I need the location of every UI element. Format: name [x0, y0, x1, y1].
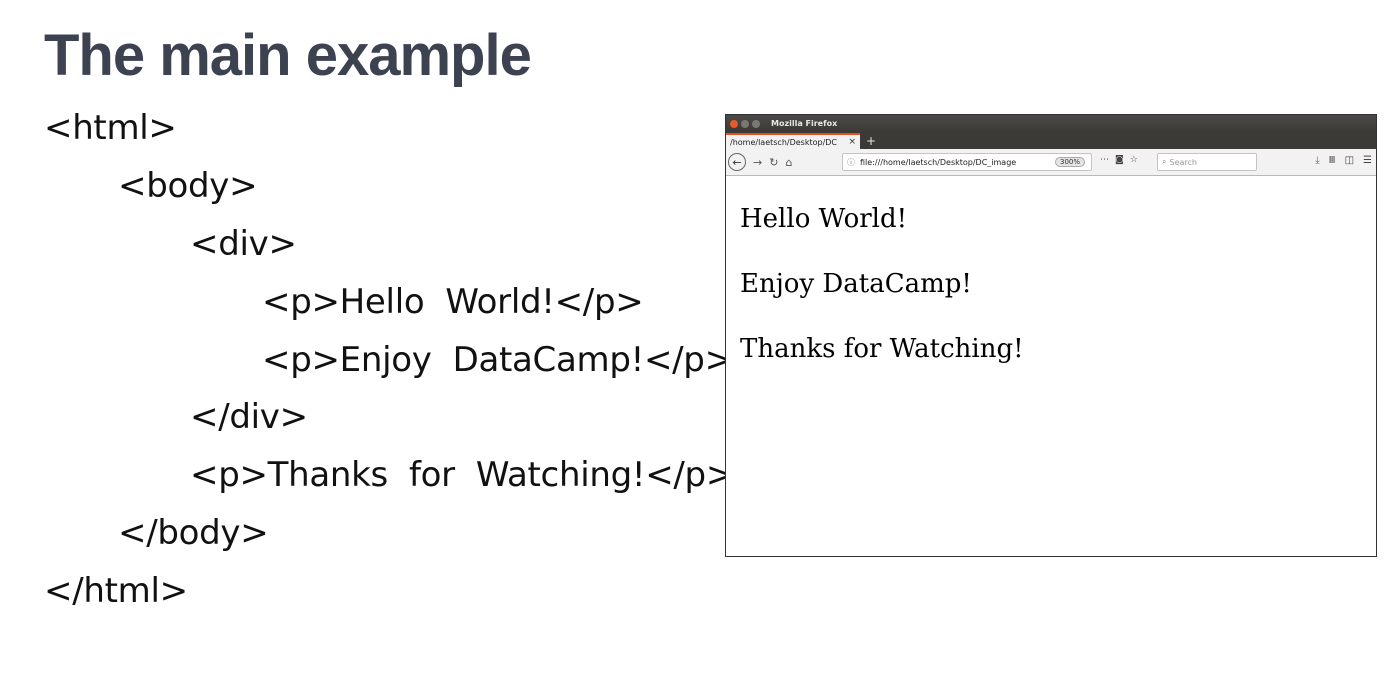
tab-close-icon[interactable]: ×	[848, 137, 856, 147]
download-icon[interactable]: ⤓	[1315, 155, 1319, 166]
window-maximize-button[interactable]	[752, 119, 760, 128]
paragraph-hello: Hello World!	[740, 204, 908, 234]
navigation-toolbar: ← → ↻ ⌂ ⓘ file:///home/laetsch/Desktop/D…	[726, 149, 1376, 176]
tab-label: /home/laetsch/Desktop/DC	[730, 137, 838, 147]
code-line-p-hello: <p>Hello World!</p>	[262, 282, 644, 322]
code-line-body-open: <body>	[118, 166, 258, 206]
code-line-div-open: <div>	[190, 224, 297, 264]
library-icon[interactable]: Ⅲ	[1329, 155, 1336, 166]
browser-titlebar: Mozilla Firefox	[726, 115, 1376, 132]
paragraph-enjoy: Enjoy DataCamp!	[740, 269, 972, 299]
code-line-body-close: </body>	[118, 513, 269, 553]
reload-icon[interactable]: ↻	[769, 156, 778, 169]
page-content: Hello World! Enjoy DataCamp! Thanks for …	[726, 176, 1376, 425]
search-placeholder: Search	[1169, 157, 1197, 167]
window-close-button[interactable]	[730, 119, 738, 128]
code-line-html-close: </html>	[44, 571, 188, 611]
search-icon: ⌕	[1162, 157, 1167, 166]
back-arrow-icon[interactable]: ←	[728, 153, 746, 171]
forward-arrow-icon[interactable]: →	[753, 156, 762, 169]
code-line-p-thanks: <p>Thanks for Watching!</p>	[190, 455, 735, 495]
code-line-div-close: </div>	[190, 397, 308, 437]
pocket-icon[interactable]: ◙	[1115, 155, 1124, 165]
search-input[interactable]: ⌕ Search	[1157, 153, 1257, 171]
browser-tab[interactable]: /home/laetsch/Desktop/DC ×	[726, 133, 860, 149]
page-actions: ⋯ ◙ ☆	[1100, 155, 1138, 165]
window-title: Mozilla Firefox	[771, 119, 838, 128]
toolbar-right: ⤓ Ⅲ ◫ ☰	[1315, 155, 1372, 166]
url-text[interactable]: file:///home/laetsch/Desktop/DC_image	[860, 158, 1055, 167]
star-icon[interactable]: ☆	[1130, 155, 1138, 165]
url-bar[interactable]: ⓘ file:///home/laetsch/Desktop/DC_image …	[842, 153, 1092, 171]
code-line-p-enjoy: <p>Enjoy DataCamp!</p>	[262, 340, 733, 380]
window-minimize-button[interactable]	[741, 119, 749, 128]
browser-window: Mozilla Firefox /home/laetsch/Desktop/DC…	[725, 114, 1377, 557]
code-line-html-open: <html>	[44, 108, 177, 148]
zoom-level-badge[interactable]: 300%	[1054, 157, 1085, 167]
paragraph-thanks: Thanks for Watching!	[740, 334, 1024, 364]
info-icon[interactable]: ⓘ	[847, 157, 855, 168]
home-icon[interactable]: ⌂	[785, 156, 792, 169]
sidebar-icon[interactable]: ◫	[1345, 155, 1354, 166]
hamburger-menu-icon[interactable]: ☰	[1363, 155, 1372, 166]
slide-title: The main example	[44, 23, 532, 88]
more-icon[interactable]: ⋯	[1100, 155, 1109, 165]
tab-strip: /home/laetsch/Desktop/DC × +	[726, 132, 1376, 149]
new-tab-button[interactable]: +	[866, 133, 876, 149]
